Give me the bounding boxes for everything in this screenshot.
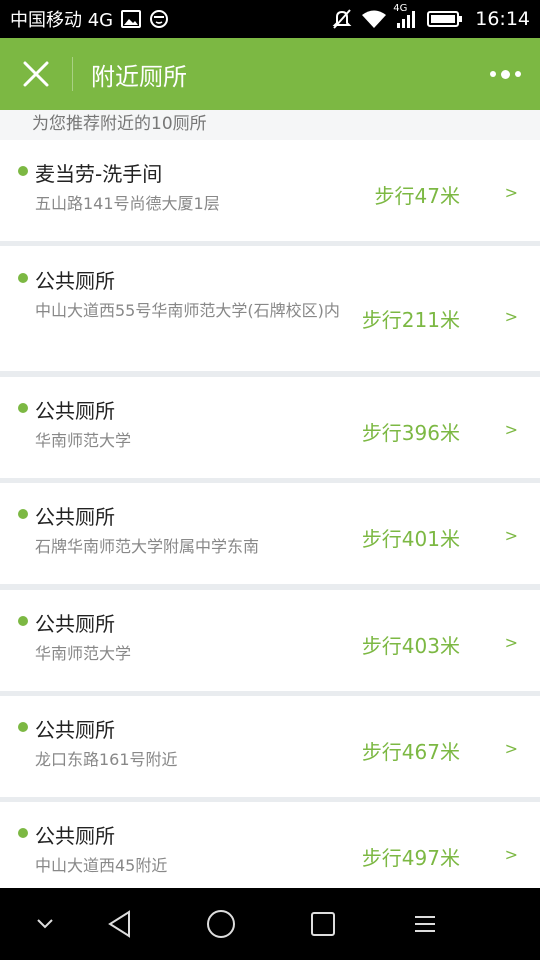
close-icon bbox=[23, 61, 49, 87]
walk-distance: 步行211米 bbox=[361, 308, 460, 332]
emoji-icon bbox=[149, 9, 169, 29]
status-left: 中国移动 4G bbox=[10, 6, 169, 32]
status-dot bbox=[18, 403, 28, 413]
walk-distance: 步行497米 bbox=[361, 846, 460, 870]
toilet-name: 公共厕所 bbox=[35, 612, 115, 636]
toilet-address: 华南师范大学 bbox=[35, 644, 132, 663]
status-bar: 中国移动 4G 4G 16:14 bbox=[0, 0, 540, 38]
toilet-name: 公共厕所 bbox=[35, 718, 115, 742]
chevron-right-icon: > bbox=[504, 307, 518, 326]
toilet-address: 石牌华南师范大学附属中学东南 bbox=[35, 537, 260, 556]
list-item[interactable]: 公共厕所 中山大道西45附近 步行497米 > bbox=[0, 802, 540, 888]
walk-distance: 步行403米 bbox=[361, 634, 460, 658]
back-button[interactable] bbox=[95, 888, 145, 960]
toilet-name: 公共厕所 bbox=[35, 505, 115, 529]
chevron-right-icon: > bbox=[504, 420, 518, 439]
carrier-label: 中国移动 4G bbox=[10, 10, 114, 31]
chevron-right-icon: > bbox=[504, 633, 518, 652]
status-dot bbox=[18, 722, 28, 732]
status-dot bbox=[18, 273, 28, 283]
walk-distance: 步行396米 bbox=[361, 421, 460, 445]
status-dot bbox=[18, 828, 28, 838]
more-icon-dot bbox=[514, 71, 521, 77]
image-icon bbox=[121, 10, 142, 28]
home-circle-icon bbox=[207, 910, 235, 938]
toilet-address: 华南师范大学 bbox=[35, 431, 132, 450]
more-icon-dot bbox=[500, 69, 510, 79]
status-dot bbox=[18, 166, 28, 176]
walk-distance: 步行467米 bbox=[361, 740, 460, 764]
chevron-right-icon: > bbox=[504, 526, 518, 545]
list-item[interactable]: 公共厕所 石牌华南师范大学附属中学东南 步行401米 > bbox=[0, 483, 540, 584]
list-item[interactable]: 公共厕所 华南师范大学 步行403米 > bbox=[0, 590, 540, 691]
toilet-name: 公共厕所 bbox=[35, 824, 115, 848]
status-dot bbox=[18, 509, 28, 519]
hide-nav-button[interactable] bbox=[20, 888, 70, 960]
toilet-name: 麦当劳-洗手间 bbox=[35, 162, 163, 186]
more-button[interactable] bbox=[470, 38, 540, 110]
system-nav-bar bbox=[0, 888, 540, 960]
toilet-address: 五山路141号尚德大厦1层 bbox=[35, 194, 220, 213]
battery-icon bbox=[427, 10, 463, 28]
walk-distance: 步行47米 bbox=[374, 184, 460, 208]
header-bar: 附近厕所 bbox=[0, 38, 540, 110]
list-item[interactable]: 麦当劳-洗手间 五山路141号尚德大厦1层 步行47米 > bbox=[0, 140, 540, 241]
recommend-subtitle: 为您推荐附近的10厕所 bbox=[0, 110, 540, 140]
page-title: 附近厕所 bbox=[91, 62, 187, 91]
mute-icon bbox=[331, 8, 353, 30]
list-item[interactable]: 公共厕所 龙口东路161号附近 步行467米 > bbox=[0, 696, 540, 797]
header-divider bbox=[72, 57, 73, 91]
list-item[interactable]: 公共厕所 中山大道西55号华南师范大学(石牌校区)内 步行211米 > bbox=[0, 246, 540, 371]
home-button[interactable] bbox=[196, 888, 246, 960]
chevron-right-icon: > bbox=[504, 739, 518, 758]
toilet-name: 公共厕所 bbox=[35, 399, 115, 423]
back-triangle-icon bbox=[108, 910, 130, 938]
chevron-right-icon: > bbox=[504, 845, 518, 864]
network-label: 4G bbox=[393, 3, 408, 14]
list-item[interactable]: 公共厕所 华南师范大学 步行396米 > bbox=[0, 377, 540, 478]
more-icon bbox=[489, 71, 496, 77]
status-time: 16:14 bbox=[475, 8, 530, 30]
wifi-icon bbox=[361, 9, 387, 29]
recents-button[interactable] bbox=[298, 888, 348, 960]
menu-button[interactable] bbox=[400, 888, 450, 960]
walk-distance: 步行401米 bbox=[361, 527, 460, 551]
recents-square-icon bbox=[311, 912, 335, 936]
chevron-down-icon bbox=[37, 919, 53, 929]
toilet-address: 中山大道西55号华南师范大学(石牌校区)内 bbox=[35, 301, 340, 320]
toilet-address: 中山大道西45附近 bbox=[35, 856, 168, 875]
toilet-name: 公共厕所 bbox=[35, 269, 115, 293]
status-right: 4G 16:14 bbox=[331, 3, 530, 30]
menu-icon bbox=[415, 916, 435, 932]
signal-icon: 4G bbox=[393, 3, 419, 29]
toilet-address: 龙口东路161号附近 bbox=[35, 750, 178, 769]
close-button[interactable] bbox=[0, 38, 72, 110]
status-dot bbox=[18, 616, 28, 626]
chevron-right-icon: > bbox=[504, 183, 518, 202]
toilet-list: 麦当劳-洗手间 五山路141号尚德大厦1层 步行47米 > 公共厕所 中山大道西… bbox=[0, 140, 540, 888]
